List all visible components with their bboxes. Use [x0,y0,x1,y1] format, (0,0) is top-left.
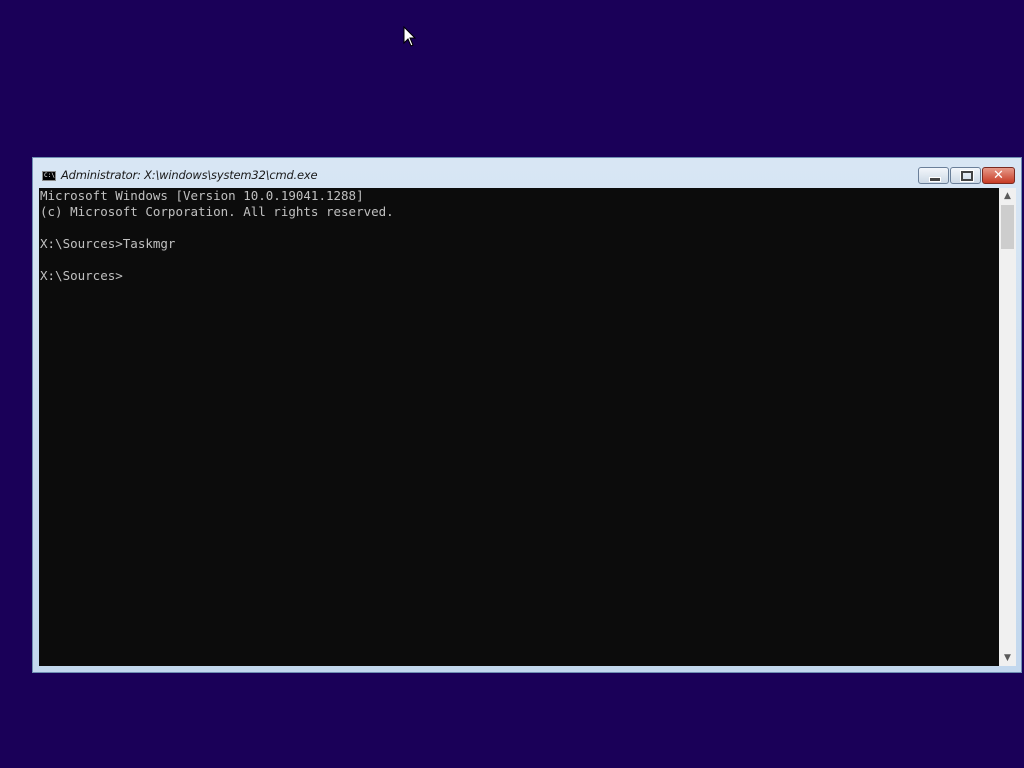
close-button[interactable]: ✕ [982,167,1015,184]
scroll-down-arrow-icon[interactable]: ▼ [999,650,1016,666]
console-output[interactable]: Microsoft Windows [Version 10.0.19041.12… [39,188,999,666]
cmd-app-icon[interactable]: C:\ [42,171,56,181]
scrollbar-thumb[interactable] [1001,205,1014,249]
close-icon: ✕ [993,168,1004,183]
mouse-cursor-icon [403,26,417,47]
console-line: (c) Microsoft Corporation. All rights re… [40,204,394,219]
console-line: Microsoft Windows [Version 10.0.19041.12… [40,188,364,203]
window-title: Administrator: X:\windows\system32\cmd.e… [61,168,318,182]
caption-buttons: ✕ [917,167,1015,185]
console-line: X:\Sources>Taskmgr [40,236,176,251]
vertical-scrollbar[interactable]: ▲ ▼ [999,188,1016,666]
restore-icon [960,170,974,182]
cmd-app-icon-label: C:\ [44,172,55,179]
cmd-window[interactable]: C:\ Administrator: X:\windows\system32\c… [32,157,1022,673]
scroll-up-arrow-icon[interactable]: ▲ [999,188,1016,204]
minimize-icon [929,177,941,182]
title-bar[interactable]: C:\ Administrator: X:\windows\system32\c… [33,158,1021,188]
maximize-button[interactable] [950,167,981,184]
minimize-button[interactable] [918,167,949,184]
console-prompt: X:\Sources> [40,268,123,283]
